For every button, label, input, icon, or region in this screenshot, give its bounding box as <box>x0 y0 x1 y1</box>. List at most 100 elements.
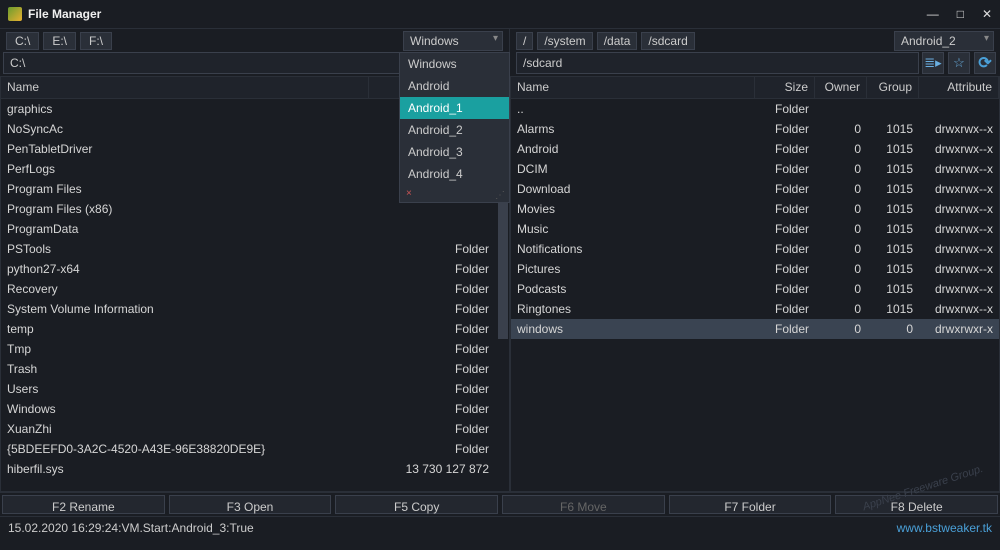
cell-name: Users <box>7 382 363 396</box>
cell-size: Folder <box>363 242 503 256</box>
dropdown-item[interactable]: Android_1 <box>400 97 509 119</box>
dropdown-item[interactable]: Android_2 <box>400 119 509 141</box>
cell-size: Folder <box>749 262 809 276</box>
maximize-button[interactable]: □ <box>957 7 964 21</box>
cell-name: Notifications <box>517 242 749 256</box>
table-row[interactable]: AlarmsFolder01015drwxrwx--x <box>511 119 999 139</box>
col-owner[interactable]: Owner <box>815 77 867 98</box>
cell-owner: 0 <box>809 202 861 216</box>
col-size[interactable]: Size <box>755 77 815 98</box>
table-row[interactable]: python27-x64Folder <box>1 259 509 279</box>
table-row[interactable]: windowsFolder00drwxrwxr-x <box>511 319 999 339</box>
cell-group: 1015 <box>861 282 913 296</box>
dropdown-item[interactable]: Android_3 <box>400 141 509 163</box>
cell-name: temp <box>7 322 363 336</box>
bookmark-icon[interactable]: ☆ <box>948 52 970 74</box>
path-segment[interactable]: /system <box>537 32 592 50</box>
cell-name: Alarms <box>517 122 749 136</box>
cell-owner: 0 <box>809 302 861 316</box>
table-row[interactable]: {5BDEEFD0-3A2C-4520-A43E-96E38820DE9E}Fo… <box>1 439 509 459</box>
cell-attr: drwxrwx--x <box>913 222 993 236</box>
cell-size: Folder <box>749 202 809 216</box>
table-row[interactable]: ProgramData <box>1 219 509 239</box>
path-segment[interactable]: /data <box>597 32 638 50</box>
drive-button[interactable]: C:\ <box>6 32 39 50</box>
cell-size: Folder <box>749 162 809 176</box>
col-name[interactable]: Name <box>1 77 369 98</box>
cell-name: Pictures <box>517 262 749 276</box>
cell-attr: drwxrwxr-x <box>913 322 993 336</box>
col-name[interactable]: Name <box>511 77 755 98</box>
table-row[interactable]: TrashFolder <box>1 359 509 379</box>
drive-button[interactable]: E:\ <box>43 32 76 50</box>
table-row[interactable]: AndroidFolder01015drwxrwx--x <box>511 139 999 159</box>
fn-button[interactable]: F3 Open <box>169 495 332 514</box>
table-row[interactable]: MoviesFolder01015drwxrwx--x <box>511 199 999 219</box>
cell-size: Folder <box>749 302 809 316</box>
path-segment[interactable]: /sdcard <box>641 32 694 50</box>
table-row[interactable]: ..Folder <box>511 99 999 119</box>
col-group[interactable]: Group <box>867 77 919 98</box>
cell-size: 13 730 127 872 <box>363 462 503 476</box>
fn-button[interactable]: F7 Folder <box>669 495 832 514</box>
cell-name: graphics <box>7 102 363 116</box>
fn-button[interactable]: F2 Rename <box>2 495 165 514</box>
path-segment[interactable]: / <box>516 32 533 50</box>
col-attribute[interactable]: Attribute <box>919 77 999 98</box>
left-os-combo[interactable]: Windows <box>403 31 503 51</box>
sort-icon[interactable]: ≣▸ <box>922 52 944 74</box>
cell-owner: 0 <box>809 222 861 236</box>
table-row[interactable]: RingtonesFolder01015drwxrwx--x <box>511 299 999 319</box>
drive-button[interactable]: F:\ <box>80 32 112 50</box>
cell-name: Music <box>517 222 749 236</box>
cell-attr: drwxrwx--x <box>913 182 993 196</box>
table-row[interactable]: PicturesFolder01015drwxrwx--x <box>511 259 999 279</box>
window-title: File Manager <box>28 7 927 21</box>
cell-size: Folder <box>749 182 809 196</box>
minimize-button[interactable]: — <box>927 7 939 21</box>
table-row[interactable]: PodcastsFolder01015drwxrwx--x <box>511 279 999 299</box>
cell-attr: drwxrwx--x <box>913 262 993 276</box>
cell-attr: drwxrwx--x <box>913 242 993 256</box>
dropdown-close-icon[interactable]: × <box>400 185 509 202</box>
cell-size: Folder <box>749 242 809 256</box>
table-row[interactable]: RecoveryFolder <box>1 279 509 299</box>
table-row[interactable]: XuanZhiFolder <box>1 419 509 439</box>
fn-button[interactable]: F8 Delete <box>835 495 998 514</box>
table-row[interactable]: hiberfil.sys13 730 127 872 <box>1 459 509 479</box>
table-row[interactable]: MusicFolder01015drwxrwx--x <box>511 219 999 239</box>
cell-size: Folder <box>363 282 503 296</box>
table-row[interactable]: DCIMFolder01015drwxrwx--x <box>511 159 999 179</box>
dropdown-item[interactable]: Windows <box>400 53 509 75</box>
dropdown-item[interactable]: Android <box>400 75 509 97</box>
cell-size: Folder <box>363 422 503 436</box>
table-row[interactable]: PSToolsFolder <box>1 239 509 259</box>
cell-name: Ringtones <box>517 302 749 316</box>
dropdown-item[interactable]: Android_4 <box>400 163 509 185</box>
cell-owner: 0 <box>809 122 861 136</box>
close-button[interactable]: ✕ <box>982 7 992 21</box>
cell-name: Recovery <box>7 282 363 296</box>
cell-size: Folder <box>363 262 503 276</box>
cell-name: {5BDEEFD0-3A2C-4520-A43E-96E38820DE9E} <box>7 442 363 456</box>
table-row[interactable]: WindowsFolder <box>1 399 509 419</box>
cell-name: System Volume Information <box>7 302 363 316</box>
right-path-input[interactable]: /sdcard <box>516 52 919 74</box>
cell-size: Folder <box>749 322 809 336</box>
cell-group: 1015 <box>861 262 913 276</box>
cell-name: Download <box>517 182 749 196</box>
table-row[interactable]: UsersFolder <box>1 379 509 399</box>
table-row[interactable]: System Volume InformationFolder <box>1 299 509 319</box>
fn-button[interactable]: F5 Copy <box>335 495 498 514</box>
cell-name: Windows <box>7 402 363 416</box>
table-row[interactable]: TmpFolder <box>1 339 509 359</box>
table-row[interactable]: tempFolder <box>1 319 509 339</box>
refresh-icon[interactable]: ⟳ <box>974 52 996 74</box>
status-link[interactable]: www.bstweaker.tk <box>897 521 992 534</box>
table-row[interactable]: NotificationsFolder01015drwxrwx--x <box>511 239 999 259</box>
table-row[interactable]: DownloadFolder01015drwxrwx--x <box>511 179 999 199</box>
cell-group: 1015 <box>861 302 913 316</box>
cell-size: Folder <box>363 382 503 396</box>
right-os-combo[interactable]: Android_2 <box>894 31 994 51</box>
os-dropdown[interactable]: WindowsAndroidAndroid_1Android_2Android_… <box>399 52 510 203</box>
